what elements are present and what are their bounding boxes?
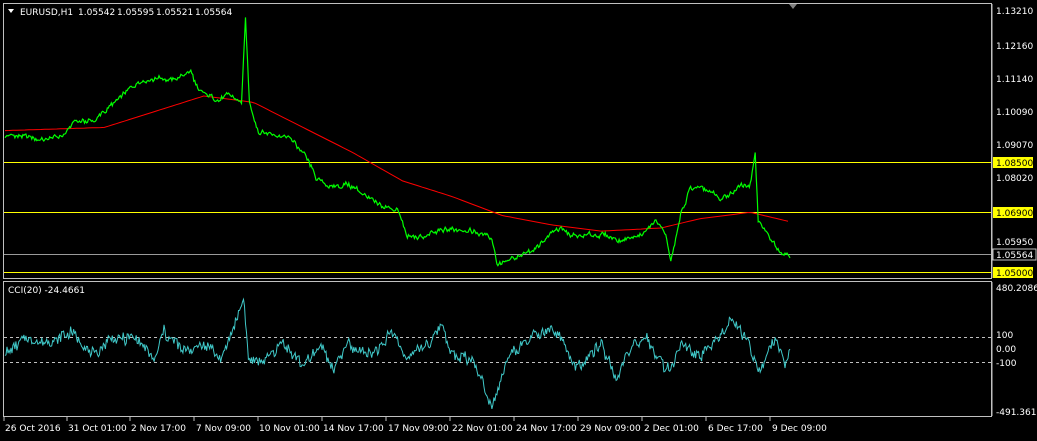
price-tick: 1.05950 (996, 238, 1033, 248)
time-tick-label: 7 Nov 09:00 (196, 424, 251, 434)
terminal-chart[interactable]: EURUSD,H1 1.05542 1.05595 1.05521 1.0556… (0, 0, 1037, 441)
cci-tick-max: 480.2086 (996, 284, 1037, 294)
time-tick-label: 14 Nov 17:00 (323, 424, 384, 434)
price-tick-label: 1.13210 (996, 7, 1033, 17)
time-tick-label: 9 Dec 09:00 (772, 424, 827, 434)
time-tick-label: 6 Dec 17:00 (708, 424, 763, 434)
price-tick: 1.12160 (996, 42, 1033, 52)
cci-indicator-label: CCI(20) -24.4661 (8, 286, 85, 296)
time-tick-label: 2 Dec 01:00 (644, 424, 699, 434)
ohlc-low: 1.05521 (156, 8, 193, 18)
level-price-tag-label: 1.06900 (996, 209, 1033, 219)
price-tick-label: 1.12160 (996, 42, 1033, 52)
price-axis: 1.13210 1.12160 1.11140 1.10090 1.09070 … (991, 4, 1037, 279)
cci-tick-minus100: -100 (996, 359, 1017, 369)
time-tick-label: 24 Nov 17:00 (516, 424, 577, 434)
chart-background (0, 0, 1037, 441)
price-tick: 1.11140 (996, 75, 1033, 85)
price-tick-label: 1.08020 (996, 174, 1033, 184)
time-tick-label: 2 Nov 17:00 (131, 424, 186, 434)
time-tick-label: 17 Nov 09:00 (388, 424, 449, 434)
price-tick-label: 1.10090 (996, 108, 1033, 118)
time-tick-label: 22 Nov 01:00 (452, 424, 513, 434)
ohlc-high: 1.05595 (117, 8, 154, 18)
price-tick: 1.10090 (996, 108, 1033, 118)
level-price-tag-label: 1.05000 (996, 269, 1033, 279)
price-tick-label: 1.09070 (996, 141, 1033, 151)
time-tick-label: 10 Nov 01:00 (259, 424, 320, 434)
price-tick-label: 1.11140 (996, 75, 1033, 85)
current-price-tag-label: 1.05564 (996, 251, 1033, 261)
level-price-tag-label: 1.08500 (996, 159, 1033, 169)
price-tick: 1.09070 (996, 141, 1033, 151)
price-tick: 1.13210 (996, 7, 1033, 17)
cci-tick-zero: 0.00 (996, 345, 1016, 355)
symbol-timeframe-label: EURUSD,H1 (20, 8, 73, 18)
cci-tick-min: -491.3611 (996, 408, 1037, 418)
time-tick-label: 26 Oct 2016 (5, 424, 61, 434)
price-tick-label: 1.05950 (996, 238, 1033, 248)
cci-tick-100: 100 (996, 331, 1013, 341)
time-tick-label: 29 Nov 09:00 (580, 424, 641, 434)
ohlc-open: 1.05542 (78, 8, 115, 18)
price-tick: 1.08020 (996, 174, 1033, 184)
time-tick-label: 31 Oct 01:00 (68, 424, 127, 434)
ohlc-close: 1.05564 (195, 8, 232, 18)
